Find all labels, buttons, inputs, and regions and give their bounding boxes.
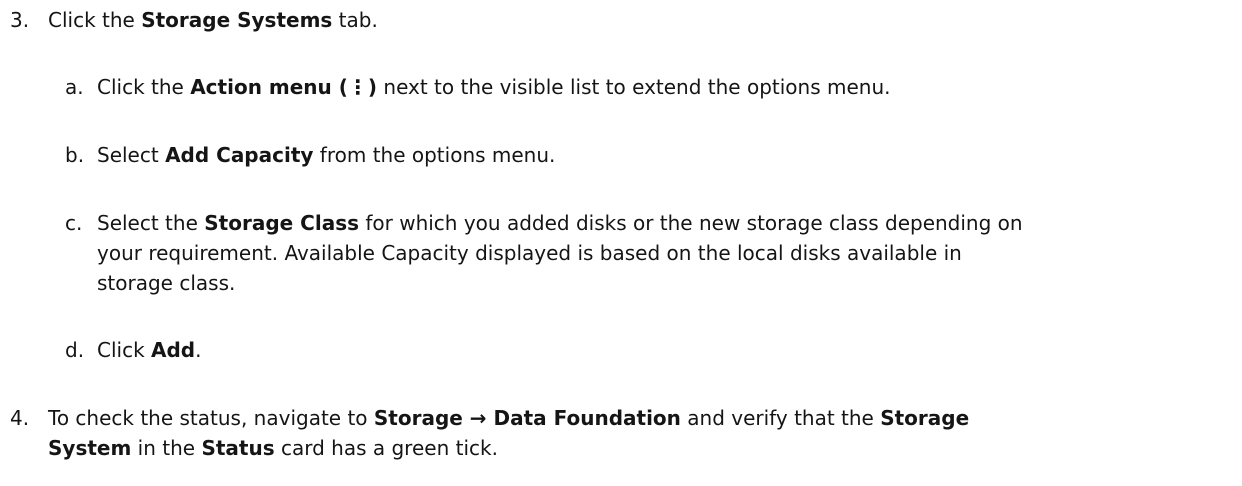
step-3-line: 3. Click the Storage Systems tab. xyxy=(10,5,1225,35)
substep-a-pre: Click the xyxy=(97,75,191,99)
step-4: 4. To check the status, navigate to Stora… xyxy=(10,403,1225,463)
substep-letter: d. xyxy=(65,338,85,362)
step-3-pre: Click the xyxy=(48,8,142,32)
storage-class-label: Storage Class xyxy=(204,211,359,235)
substep-letter: c. xyxy=(65,211,83,235)
step-number: 3. xyxy=(10,8,30,32)
step-number: 4. xyxy=(10,406,30,430)
substep-d: d. Click Add. xyxy=(65,335,1225,365)
substep-b-pre: Select xyxy=(97,143,166,167)
substep-a-line: a. Click the Action menu (⋮) next to the … xyxy=(65,72,1225,102)
substep-a: a. Click the Action menu (⋮) next to the … xyxy=(65,72,1225,102)
kebab-icon: ⋮ xyxy=(347,75,368,99)
substep-b-line: b. Select Add Capacity from the options m… xyxy=(65,140,1225,170)
substep-a-post: next to the visible list to extend the o… xyxy=(377,75,891,99)
substep-letter: a. xyxy=(65,75,84,99)
nav-path-label: Storage → Data Foundation xyxy=(373,406,681,430)
step-4-mid: and verify that the xyxy=(680,406,881,430)
storage-system-label-part2: System xyxy=(48,436,132,460)
status-card-label: Status xyxy=(201,436,275,460)
document-page: 3. Click the Storage Systems tab. a. Click… xyxy=(0,0,1242,486)
storage-systems-tab-label: Storage Systems xyxy=(141,8,333,32)
storage-system-label-part1: Storage xyxy=(880,406,970,430)
substep-d-post: . xyxy=(195,338,202,362)
substep-c: c. Select the Storage Class for which you… xyxy=(65,208,1225,298)
add-label: Add xyxy=(151,338,196,362)
action-menu-label: Action menu ( xyxy=(190,75,348,99)
substep-b-post: from the options menu. xyxy=(313,143,556,167)
action-menu-close: ) xyxy=(367,75,378,99)
substep-letter: b. xyxy=(65,143,85,167)
substep-c-line-2: your requirement. Available Capacity dis… xyxy=(97,241,962,265)
step-3-post: tab. xyxy=(332,8,378,32)
substep-c-line-1: c. Select the Storage Class for which you… xyxy=(65,208,1225,238)
step-3: 3. Click the Storage Systems tab. xyxy=(10,5,1225,35)
substep-d-pre: Click xyxy=(97,338,152,362)
substep-c-line-3: storage class. xyxy=(97,271,236,295)
substep-b: b. Select Add Capacity from the options m… xyxy=(65,140,1225,170)
step-4-line-2: System in the Status card has a green ti… xyxy=(10,433,1225,463)
step-4-line-1: 4. To check the status, navigate to Stora… xyxy=(10,403,1225,433)
step-4-pre: To check the status, navigate to xyxy=(48,406,374,430)
substep-d-line: d. Click Add. xyxy=(65,335,1225,365)
add-capacity-label: Add Capacity xyxy=(165,143,314,167)
substep-c-pre: Select the xyxy=(97,211,205,235)
substep-c-line1-post: for which you added disks or the new sto… xyxy=(359,211,1023,235)
step-4-line2-post: card has a green tick. xyxy=(274,436,498,460)
step-4-line2-mid: in the xyxy=(131,436,202,460)
